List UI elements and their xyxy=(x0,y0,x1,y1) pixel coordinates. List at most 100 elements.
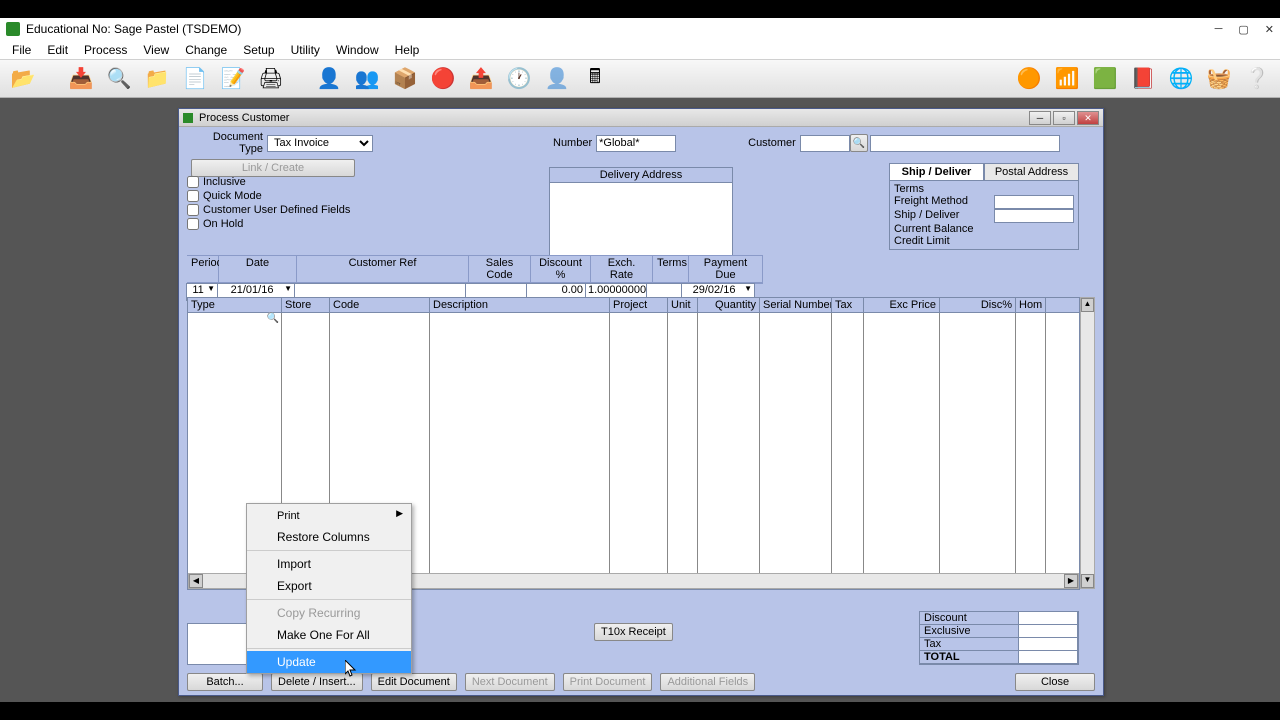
menu-item-make-one-for-all[interactable]: Make One For All xyxy=(247,624,411,646)
menu-change[interactable]: Change xyxy=(177,41,235,59)
child-maximize-button[interactable]: ▫ xyxy=(1053,111,1075,125)
edit-document-button[interactable]: Edit Document xyxy=(371,673,457,691)
page-export-icon[interactable]: 📤 xyxy=(466,64,496,94)
type-lookup-icon[interactable]: 🔍 xyxy=(267,313,279,324)
menu-help[interactable]: Help xyxy=(387,41,428,59)
menu-file[interactable]: File xyxy=(4,41,39,59)
calculator-icon[interactable]: 🖩 xyxy=(580,64,610,94)
scroll-down-icon[interactable]: ▼ xyxy=(1081,574,1094,588)
minimize-button[interactable]: ─ xyxy=(1215,23,1223,36)
child-close-button[interactable]: ✕ xyxy=(1077,111,1099,125)
menu-item-copy-recurring: Copy Recurring xyxy=(247,602,411,624)
menu-setup[interactable]: Setup xyxy=(235,41,282,59)
folder-open-icon[interactable]: 📂 xyxy=(8,64,38,94)
child-window-icon xyxy=(183,113,193,123)
next-document-button[interactable]: Next Document xyxy=(465,673,555,691)
note-icon[interactable]: 🟩 xyxy=(1090,64,1120,94)
info-ship-input[interactable] xyxy=(994,209,1074,223)
folder-chart-icon[interactable]: 📁 xyxy=(142,64,172,94)
tab-ship-deliver[interactable]: Ship / Deliver xyxy=(889,163,984,181)
child-titlebar: Process Customer ─ ▫ ✕ xyxy=(179,109,1103,127)
customer-input[interactable] xyxy=(800,135,850,152)
quick-mode-checkbox[interactable] xyxy=(187,190,199,202)
hdr-terms: Terms xyxy=(653,256,689,282)
user-fields-label: Customer User Defined Fields xyxy=(203,204,350,216)
inclusive-checkbox[interactable] xyxy=(187,176,199,188)
delete-insert-button[interactable]: Delete / Insert... xyxy=(271,673,363,691)
rss-icon[interactable]: 📶 xyxy=(1052,64,1082,94)
col-quantity[interactable]: Quantity xyxy=(698,298,760,312)
page-check-icon[interactable]: 📝 xyxy=(218,64,248,94)
document-in-icon[interactable]: 📥 xyxy=(66,64,96,94)
customer-name-input[interactable] xyxy=(870,135,1060,152)
col-serial[interactable]: Serial Numbers xyxy=(760,298,832,312)
gauge-icon[interactable]: 🕐 xyxy=(504,64,534,94)
close-button[interactable]: Close xyxy=(1015,673,1095,691)
mdi-area: Process Customer ─ ▫ ✕ Document Type Tax… xyxy=(0,98,1280,702)
document-search-icon[interactable]: 🔍 xyxy=(104,64,134,94)
print-document-button[interactable]: Print Document xyxy=(563,673,653,691)
info-freight-input[interactable] xyxy=(994,195,1074,209)
user-grey-icon[interactable]: 👤 xyxy=(542,64,572,94)
menu-view[interactable]: View xyxy=(135,41,177,59)
page-icon[interactable]: 📄 xyxy=(180,64,210,94)
info-freight-label: Freight Method xyxy=(894,195,994,209)
customer-lookup-button[interactable]: 🔍 xyxy=(850,134,868,152)
menu-edit[interactable]: Edit xyxy=(39,41,76,59)
menu-item-restore-columns[interactable]: Restore Columns xyxy=(247,526,411,548)
globe-icon[interactable]: 🌐 xyxy=(1166,64,1196,94)
hdr-date: Date xyxy=(219,256,297,282)
help-icon[interactable]: ❔ xyxy=(1242,64,1272,94)
menu-utility[interactable]: Utility xyxy=(283,41,328,59)
search-icon: 🔍 xyxy=(853,138,865,149)
menu-item-update[interactable]: Update xyxy=(247,651,411,673)
basket-icon[interactable]: 🧺 xyxy=(1204,64,1234,94)
maximize-button[interactable]: ▢ xyxy=(1238,23,1248,36)
col-type[interactable]: Type xyxy=(188,298,282,312)
user-fields-checkbox[interactable] xyxy=(187,204,199,216)
batch-button[interactable]: Batch... xyxy=(187,673,263,691)
number-input[interactable] xyxy=(596,135,676,152)
app-icon xyxy=(6,22,20,36)
ball-icon[interactable]: 🟠 xyxy=(1014,64,1044,94)
info-ship-label: Ship / Deliver xyxy=(894,209,994,223)
app-window: Educational No: Sage Pastel (TSDEMO) ─ ▢… xyxy=(0,18,1280,702)
col-project[interactable]: Project xyxy=(610,298,668,312)
document-type-select[interactable]: Tax Invoice xyxy=(267,135,373,152)
menu-item-export[interactable]: Export xyxy=(247,575,411,597)
hdr-ref: Customer Ref xyxy=(297,256,469,282)
pie-chart-icon[interactable]: 🔴 xyxy=(428,64,458,94)
tab-postal-address[interactable]: Postal Address xyxy=(984,163,1079,181)
col-description[interactable]: Description xyxy=(430,298,610,312)
context-menu: Print▶ Restore Columns Import Export Cop… xyxy=(246,503,412,674)
scroll-left-icon[interactable]: ◀ xyxy=(189,574,203,588)
receipt-button[interactable]: T10x Receipt xyxy=(594,623,673,641)
menu-item-import[interactable]: Import xyxy=(247,553,411,575)
menu-window[interactable]: Window xyxy=(328,41,387,59)
col-disc-pct[interactable]: Disc% xyxy=(940,298,1016,312)
user-add-icon[interactable]: 👤 xyxy=(314,64,344,94)
box-icon[interactable]: 📦 xyxy=(390,64,420,94)
col-unit[interactable]: Unit xyxy=(668,298,698,312)
hdr-period: Period xyxy=(187,256,219,282)
on-hold-checkbox[interactable] xyxy=(187,218,199,230)
delivery-address-textarea[interactable] xyxy=(549,182,733,260)
book-icon[interactable]: 📕 xyxy=(1128,64,1158,94)
col-code[interactable]: Code xyxy=(330,298,430,312)
scroll-right-icon[interactable]: ▶ xyxy=(1064,574,1078,588)
close-button[interactable]: ✕ xyxy=(1265,23,1274,36)
total-tax-label: Tax xyxy=(919,637,1019,651)
v-scrollbar[interactable]: ▲ ▼ xyxy=(1080,297,1095,589)
additional-fields-button[interactable]: Additional Fields xyxy=(660,673,755,691)
child-minimize-button[interactable]: ─ xyxy=(1029,111,1051,125)
inclusive-label: Inclusive xyxy=(203,176,246,188)
col-hom[interactable]: Hom xyxy=(1016,298,1046,312)
menu-item-print[interactable]: Print▶ xyxy=(247,504,411,526)
col-tax[interactable]: Tax xyxy=(832,298,864,312)
printer-icon[interactable]: 🖨 xyxy=(256,64,286,94)
menu-process[interactable]: Process xyxy=(76,41,135,59)
scroll-up-icon[interactable]: ▲ xyxy=(1081,298,1094,312)
col-store[interactable]: Store xyxy=(282,298,330,312)
user-group-icon[interactable]: 👥 xyxy=(352,64,382,94)
col-exc-price[interactable]: Exc Price xyxy=(864,298,940,312)
